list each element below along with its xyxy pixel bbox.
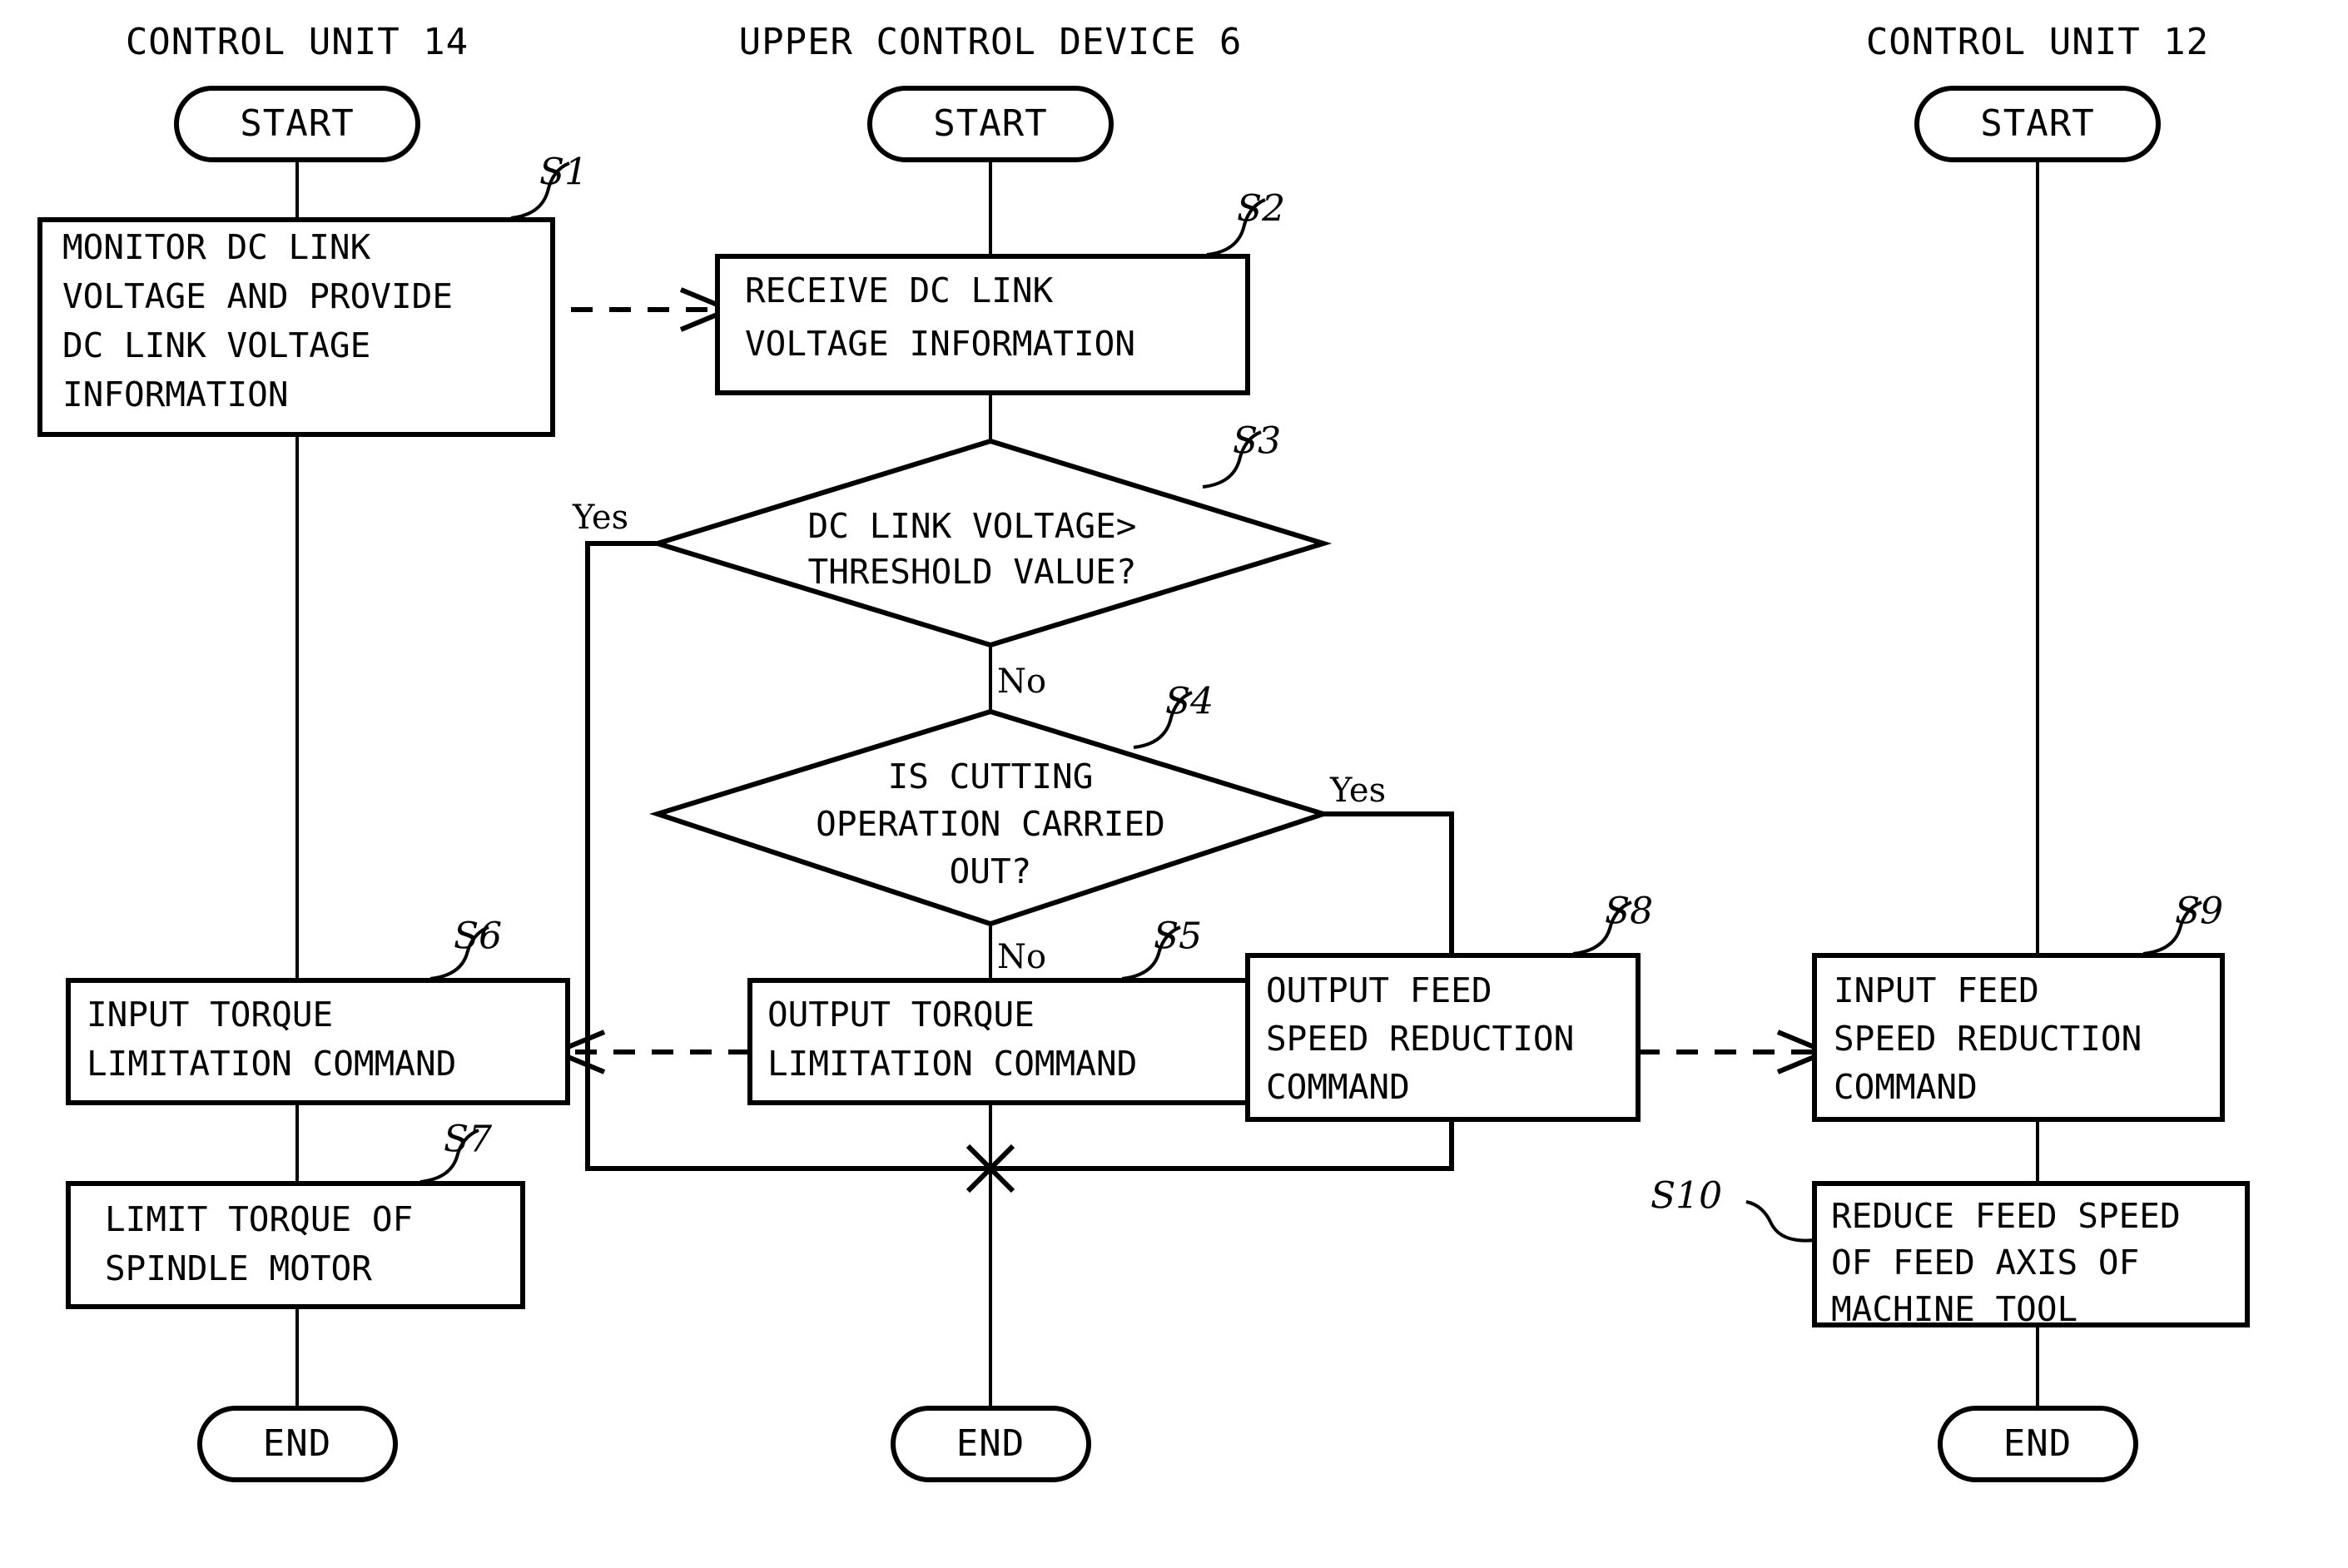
step-label-s10: S10 [1651,1175,1722,1218]
terminal-end-middle-label: END [956,1422,1025,1465]
step-label-s1: S1 [539,151,588,194]
edge-s8-to-merge [990,1119,1454,1171]
node-s2-line-2: VOLTAGE INFORMATION [745,324,1135,364]
node-s9-line-1: INPUT FEED [1834,970,2039,1010]
terminal-start-right-label: START [1980,102,2094,145]
step-label-s2: S2 [1237,188,1285,231]
node-s1-line-4: INFORMATION [62,375,289,414]
node-s5-line-1: OUTPUT TORQUE [767,995,1035,1035]
node-s10-line-2: OF FEED AXIS OF [1831,1243,2139,1283]
node-s10-line-1: REDUCE FEED SPEED [1831,1196,2181,1236]
node-s2-line-1: RECEIVE DC LINK [745,270,1054,310]
flowchart-diagram: CONTROL UNIT 14 UPPER CONTROL DEVICE 6 C… [0,0,2348,1568]
step-label-s5: S5 [1154,915,1202,958]
step-label-s4: S4 [1165,681,1214,723]
node-s4-line-3: OUT? [950,851,1032,891]
step-label-s9: S9 [2175,891,2223,933]
node-s8-line-2: SPEED REDUCTION [1266,1019,1574,1059]
node-s9-line-2: SPEED REDUCTION [1834,1019,2142,1059]
flowchart-canvas: CONTROL UNIT 14 UPPER CONTROL DEVICE 6 C… [37,21,2250,1482]
leader-s10 [1745,1200,1815,1243]
branch-label-s3-yes: Yes [572,499,628,537]
terminal-end-left-label: END [263,1422,331,1465]
node-s8-line-3: COMMAND [1266,1067,1410,1107]
node-s10-line-3: MACHINE TOOL [1831,1289,2077,1329]
node-s7-line-1: LIMIT TORQUE OF [105,1199,413,1239]
terminal-end-right-label: END [2003,1422,2072,1465]
node-s1-line-3: DC LINK VOLTAGE [62,325,370,365]
node-s1-line-2: VOLTAGE AND PROVIDE [62,276,453,316]
node-s3-line-1: DC LINK VOLTAGE> [808,506,1137,546]
terminal-start-middle-label: START [933,102,1047,145]
node-s9-line-3: COMMAND [1834,1067,1978,1107]
branch-label-s4-no: No [997,938,1046,976]
step-label-s7: S7 [444,1119,492,1161]
step-label-s8: S8 [1605,891,1653,933]
node-s8-line-1: OUTPUT FEED [1266,970,1492,1010]
node-s6-line-1: INPUT TORQUE [87,995,333,1035]
terminal-start-left-label: START [240,102,354,145]
step-label-s3: S3 [1233,420,1281,463]
lane-header-upper-control-device-6: UPPER CONTROL DEVICE 6 [739,21,1243,63]
node-s3-line-2: THRESHOLD VALUE? [808,552,1137,592]
node-s5-line-2: LIMITATION COMMAND [767,1044,1137,1084]
step-label-s6: S6 [454,915,502,958]
lane-header-control-unit-14: CONTROL UNIT 14 [126,21,469,63]
node-s4-line-1: IS CUTTING [888,757,1094,796]
lane-header-control-unit-12: CONTROL UNIT 12 [1866,21,2209,63]
branch-label-s4-yes: Yes [1329,772,1386,810]
node-s6-line-2: LIMITATION COMMAND [87,1044,456,1084]
node-s7-line-2: SPINDLE MOTOR [105,1248,372,1288]
branch-label-s3-no: No [997,662,1046,701]
node-s4-line-2: OPERATION CARRIED [816,804,1165,844]
node-s1-line-1: MONITOR DC LINK [62,227,371,267]
